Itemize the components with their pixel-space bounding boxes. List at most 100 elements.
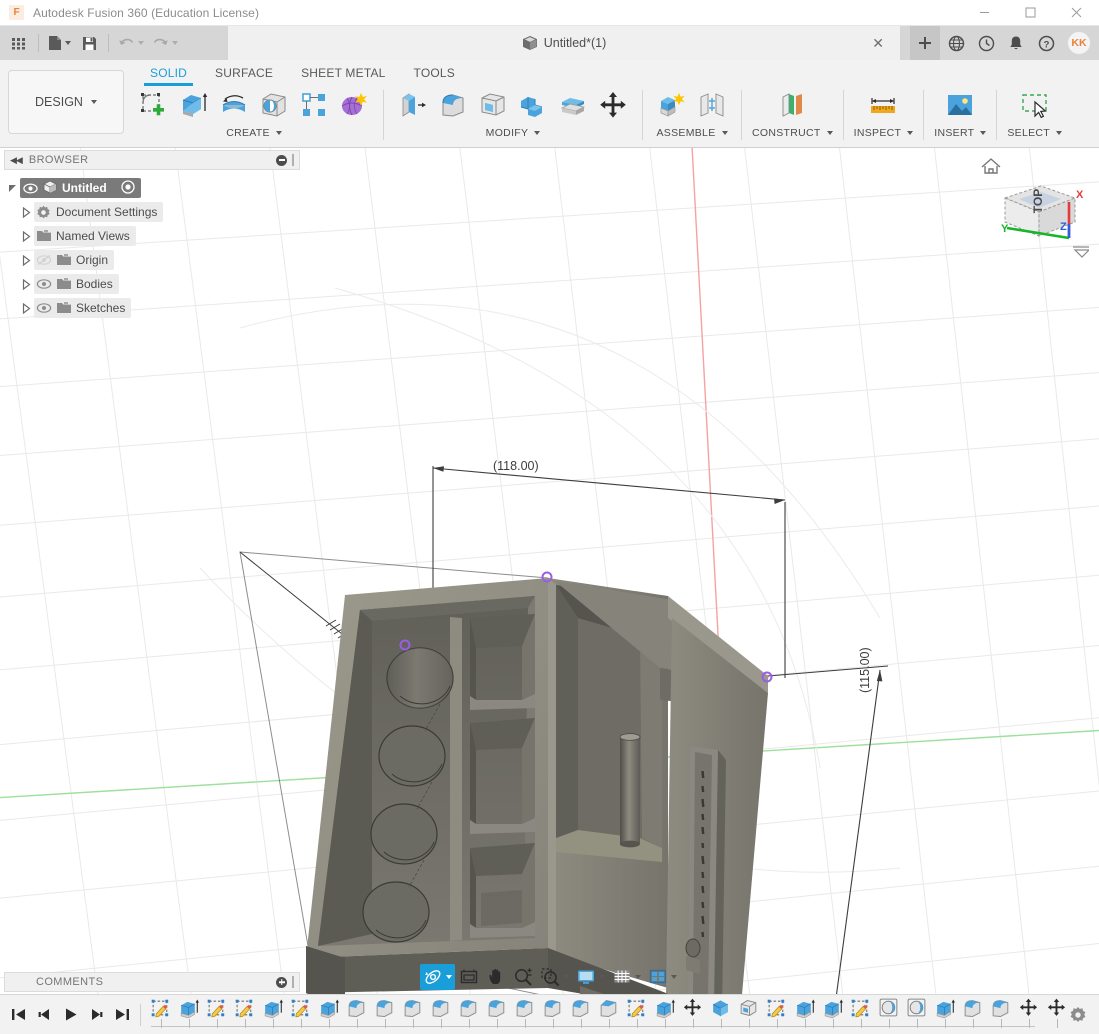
new-component-tool[interactable] xyxy=(653,86,691,124)
timeline-feature-fillet[interactable] xyxy=(511,997,539,1031)
minus-icon[interactable] xyxy=(276,154,287,166)
minimize-button[interactable] xyxy=(961,0,1007,26)
timeline-feature-move[interactable] xyxy=(1015,997,1043,1031)
timeline-feature-sketch[interactable] xyxy=(847,997,875,1031)
viewcube-menu-icon[interactable] xyxy=(1073,246,1091,258)
timeline-feature-move[interactable] xyxy=(1043,997,1065,1031)
tab-solid[interactable]: SOLID xyxy=(136,64,201,86)
fit-tool[interactable] xyxy=(537,964,572,990)
tree-node-bodies[interactable]: Bodies xyxy=(4,272,300,296)
redo-icon[interactable] xyxy=(149,30,181,56)
timeline-feature-fillet[interactable] xyxy=(567,997,595,1031)
timeline-feature-sketch[interactable] xyxy=(231,997,259,1031)
rectangular-pattern-tool[interactable] xyxy=(295,86,333,124)
bodies-row[interactable]: Bodies xyxy=(34,274,119,294)
eye-off-icon[interactable] xyxy=(36,253,52,267)
orbit-tool[interactable] xyxy=(419,964,455,990)
display-dropdown-caret[interactable] xyxy=(598,975,605,979)
go-to-end-button[interactable] xyxy=(110,1002,134,1028)
timeline-feature-sketch[interactable] xyxy=(147,997,175,1031)
undo-dropdown-caret[interactable] xyxy=(138,41,144,45)
avatar[interactable]: KK xyxy=(1067,31,1091,55)
pan-tool[interactable] xyxy=(483,964,509,990)
eye-icon[interactable] xyxy=(22,181,38,195)
origin-row[interactable]: Origin xyxy=(34,250,115,270)
close-icon[interactable]: ✕ xyxy=(872,36,884,50)
named-views-row[interactable]: Named Views xyxy=(34,226,136,246)
app-grid-icon[interactable] xyxy=(6,30,32,56)
timeline-feature-extrude[interactable] xyxy=(819,997,847,1031)
tab-surface[interactable]: SURFACE xyxy=(201,64,287,86)
add-comment-icon[interactable] xyxy=(276,976,287,988)
step-forward-button[interactable] xyxy=(84,1002,108,1028)
panel-modify-title[interactable]: MODIFY xyxy=(486,127,541,139)
grid-snaps-tool[interactable] xyxy=(609,964,644,990)
joint-tool[interactable] xyxy=(693,86,731,124)
fit-dropdown-caret[interactable] xyxy=(562,975,569,979)
tab-sheet-metal[interactable]: SHEET METAL xyxy=(287,64,399,86)
select-tool[interactable] xyxy=(1016,86,1054,124)
viewport[interactable]: (118.00) (115.00) ◀◀ BROWSER Untitled Do… xyxy=(0,148,1099,994)
expand-toggle-root[interactable] xyxy=(4,184,20,192)
press-pull-tool[interactable] xyxy=(394,86,432,124)
sketches-row[interactable]: Sketches xyxy=(34,298,132,318)
timeline-feature-extrude[interactable] xyxy=(651,997,679,1031)
close-button[interactable] xyxy=(1053,0,1099,26)
expand-toggle-named-views[interactable] xyxy=(18,230,34,242)
offset-plane-tool[interactable] xyxy=(773,86,811,124)
comments-panel[interactable]: COMMENTS xyxy=(4,972,300,992)
step-back-button[interactable] xyxy=(32,1002,56,1028)
look-at-tool[interactable] xyxy=(456,964,482,990)
move-copy-tool[interactable] xyxy=(594,86,632,124)
model-3d-organizer[interactable] xyxy=(306,578,768,994)
timeline-feature-extrude[interactable] xyxy=(315,997,343,1031)
timeline-feature-shell[interactable] xyxy=(735,997,763,1031)
expand-toggle-origin[interactable] xyxy=(18,254,34,266)
form-tool[interactable] xyxy=(335,86,373,124)
tree-node-root[interactable]: Untitled xyxy=(4,176,300,200)
timeline-track[interactable] xyxy=(147,995,1065,1034)
tree-node-sketches[interactable]: Sketches xyxy=(4,296,300,320)
panel-grip[interactable] xyxy=(292,154,294,166)
globe-icon[interactable] xyxy=(942,29,970,57)
panel-assemble-title[interactable]: ASSEMBLE xyxy=(656,127,728,139)
orbit-dropdown-caret[interactable] xyxy=(445,975,452,979)
timeline-feature-revolve[interactable] xyxy=(875,997,903,1031)
timeline-feature-sketch[interactable] xyxy=(763,997,791,1031)
measure-tool[interactable] xyxy=(864,86,902,124)
file-dropdown-caret[interactable] xyxy=(65,41,71,45)
redo-dropdown-caret[interactable] xyxy=(172,41,178,45)
new-tab-button[interactable] xyxy=(910,26,940,60)
timeline-feature-move[interactable] xyxy=(679,997,707,1031)
target-icon[interactable] xyxy=(121,179,135,197)
panel-construct-title[interactable]: CONSTRUCT xyxy=(752,127,833,139)
save-icon[interactable] xyxy=(76,30,102,56)
timeline-feature-fillet[interactable] xyxy=(455,997,483,1031)
timeline-feature-fillet[interactable] xyxy=(959,997,987,1031)
timeline-feature-extrude[interactable] xyxy=(175,997,203,1031)
viewports-dropdown-caret[interactable] xyxy=(670,975,677,979)
hole-tool[interactable] xyxy=(255,86,293,124)
insert-image-tool[interactable] xyxy=(941,86,979,124)
offset-face-tool[interactable] xyxy=(554,86,592,124)
timeline-feature-sketch[interactable] xyxy=(287,997,315,1031)
timeline-feature-fillet[interactable] xyxy=(399,997,427,1031)
timeline-feature-extrude[interactable] xyxy=(931,997,959,1031)
gear-icon[interactable] xyxy=(1065,995,1099,1034)
maximize-button[interactable] xyxy=(1007,0,1053,26)
clock-icon[interactable] xyxy=(972,29,1000,57)
timeline-feature-extrude[interactable] xyxy=(259,997,287,1031)
bell-icon[interactable] xyxy=(1002,29,1030,57)
play-button[interactable] xyxy=(58,1002,82,1028)
eye-icon[interactable] xyxy=(36,301,52,315)
collapse-icon[interactable]: ◀◀ xyxy=(10,155,23,166)
comments-grip[interactable] xyxy=(292,976,294,988)
timeline-feature-chamfer[interactable] xyxy=(595,997,623,1031)
timeline-feature-sketch[interactable] xyxy=(623,997,651,1031)
timeline-feature-fillet[interactable] xyxy=(427,997,455,1031)
tree-node-document-settings[interactable]: Document Settings xyxy=(4,200,300,224)
timeline-feature-fillet[interactable] xyxy=(987,997,1015,1031)
timeline-feature-revolve[interactable] xyxy=(903,997,931,1031)
extrude-tool[interactable] xyxy=(175,86,213,124)
root-row[interactable]: Untitled xyxy=(20,178,141,198)
